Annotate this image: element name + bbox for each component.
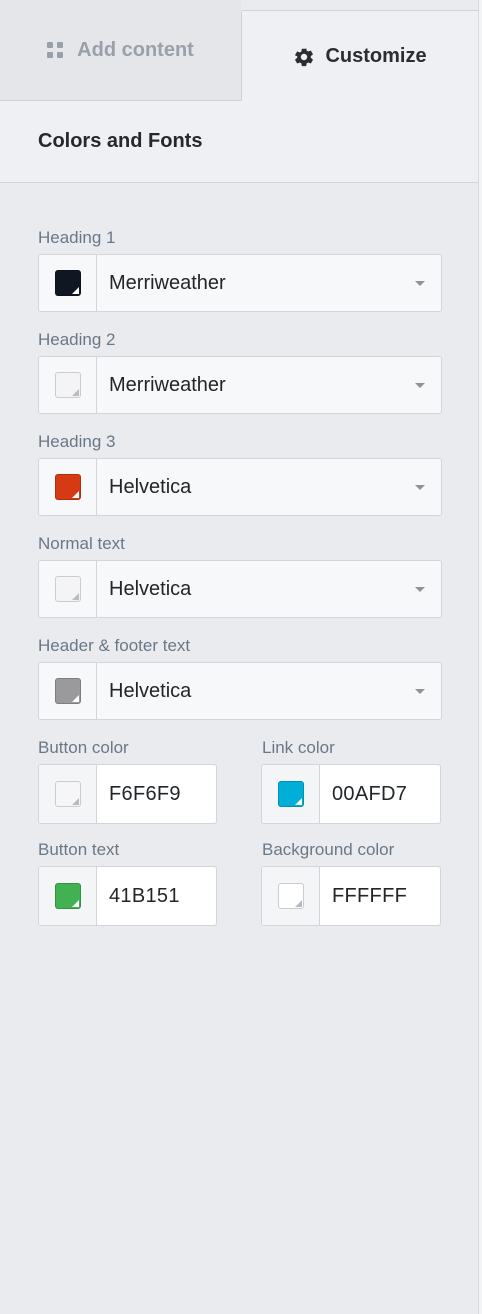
heading-1-font-select[interactable]: Merriweather — [38, 254, 442, 312]
background-color-label: Background color — [262, 840, 395, 859]
button-text-color-picker[interactable] — [39, 867, 97, 925]
background-color-field[interactable]: FFFFFF — [261, 866, 441, 926]
chevron-down-icon — [415, 484, 425, 490]
heading-2-font-value: Merriweather — [109, 373, 226, 396]
link-color-label: Link color — [262, 738, 335, 757]
background-color-value: FFFFFF — [332, 884, 408, 907]
tab-add-content-label: Add content — [77, 38, 194, 61]
heading-3-label: Heading 3 — [38, 432, 116, 451]
tab-bar: Add content Customize — [0, 0, 478, 102]
heading-2-label: Heading 2 — [38, 330, 116, 349]
header-footer-color-picker[interactable] — [39, 663, 97, 719]
header-footer-font-value: Helvetica — [109, 679, 192, 702]
button-text-color-value: 41B151 — [109, 884, 180, 907]
color-swatch-icon — [54, 678, 81, 704]
color-swatch-icon — [54, 372, 81, 398]
section-title: Colors and Fonts — [0, 101, 478, 183]
link-color-field[interactable]: 00AFD7 — [261, 764, 441, 824]
normal-text-color-picker[interactable] — [39, 561, 97, 617]
customize-panel: Add content Customize Colors and Fonts H… — [0, 0, 478, 1314]
heading-2-font-select[interactable]: Merriweather — [38, 356, 442, 414]
grid-icon — [47, 42, 64, 58]
heading-1-font-value: Merriweather — [109, 271, 226, 294]
background-color-picker[interactable] — [262, 867, 320, 925]
color-swatch-icon — [54, 781, 81, 807]
heading-2-color-picker[interactable] — [39, 357, 97, 413]
button-color-field[interactable]: F6F6F9 — [38, 764, 217, 824]
button-color-label: Button color — [38, 738, 129, 757]
tab-add-content[interactable]: Add content — [0, 0, 241, 101]
tab-customize[interactable]: Customize — [241, 10, 478, 102]
chevron-down-icon — [415, 688, 425, 694]
button-text-label: Button text — [38, 840, 120, 859]
color-swatch-icon — [277, 781, 304, 807]
button-color-value: F6F6F9 — [109, 782, 181, 805]
button-color-picker[interactable] — [39, 765, 97, 823]
tab-customize-label: Customize — [325, 45, 427, 67]
heading-3-font-select[interactable]: Helvetica — [38, 458, 442, 516]
header-footer-font-select[interactable]: Helvetica — [38, 662, 442, 720]
link-color-picker[interactable] — [262, 765, 320, 823]
gear-icon — [295, 47, 314, 66]
heading-3-color-picker[interactable] — [39, 459, 97, 515]
color-swatch-icon — [54, 270, 81, 296]
chevron-down-icon — [415, 586, 425, 592]
color-swatch-icon — [54, 474, 81, 500]
normal-text-font-select[interactable]: Helvetica — [38, 560, 442, 618]
color-swatch-icon — [54, 576, 81, 602]
section-title-text: Colors and Fonts — [38, 130, 203, 152]
normal-text-font-value: Helvetica — [109, 577, 192, 600]
chevron-down-icon — [415, 280, 425, 286]
chevron-down-icon — [415, 382, 425, 388]
heading-1-color-picker[interactable] — [39, 255, 97, 311]
heading-1-label: Heading 1 — [38, 228, 116, 247]
button-text-color-field[interactable]: 41B151 — [38, 866, 217, 926]
heading-3-font-value: Helvetica — [109, 475, 192, 498]
color-swatch-icon — [54, 883, 81, 909]
header-footer-text-label: Header & footer text — [38, 636, 191, 655]
normal-text-label: Normal text — [38, 534, 125, 553]
link-color-value: 00AFD7 — [332, 782, 408, 805]
color-swatch-icon — [277, 883, 304, 909]
scrollbar-track[interactable] — [478, 0, 482, 1314]
